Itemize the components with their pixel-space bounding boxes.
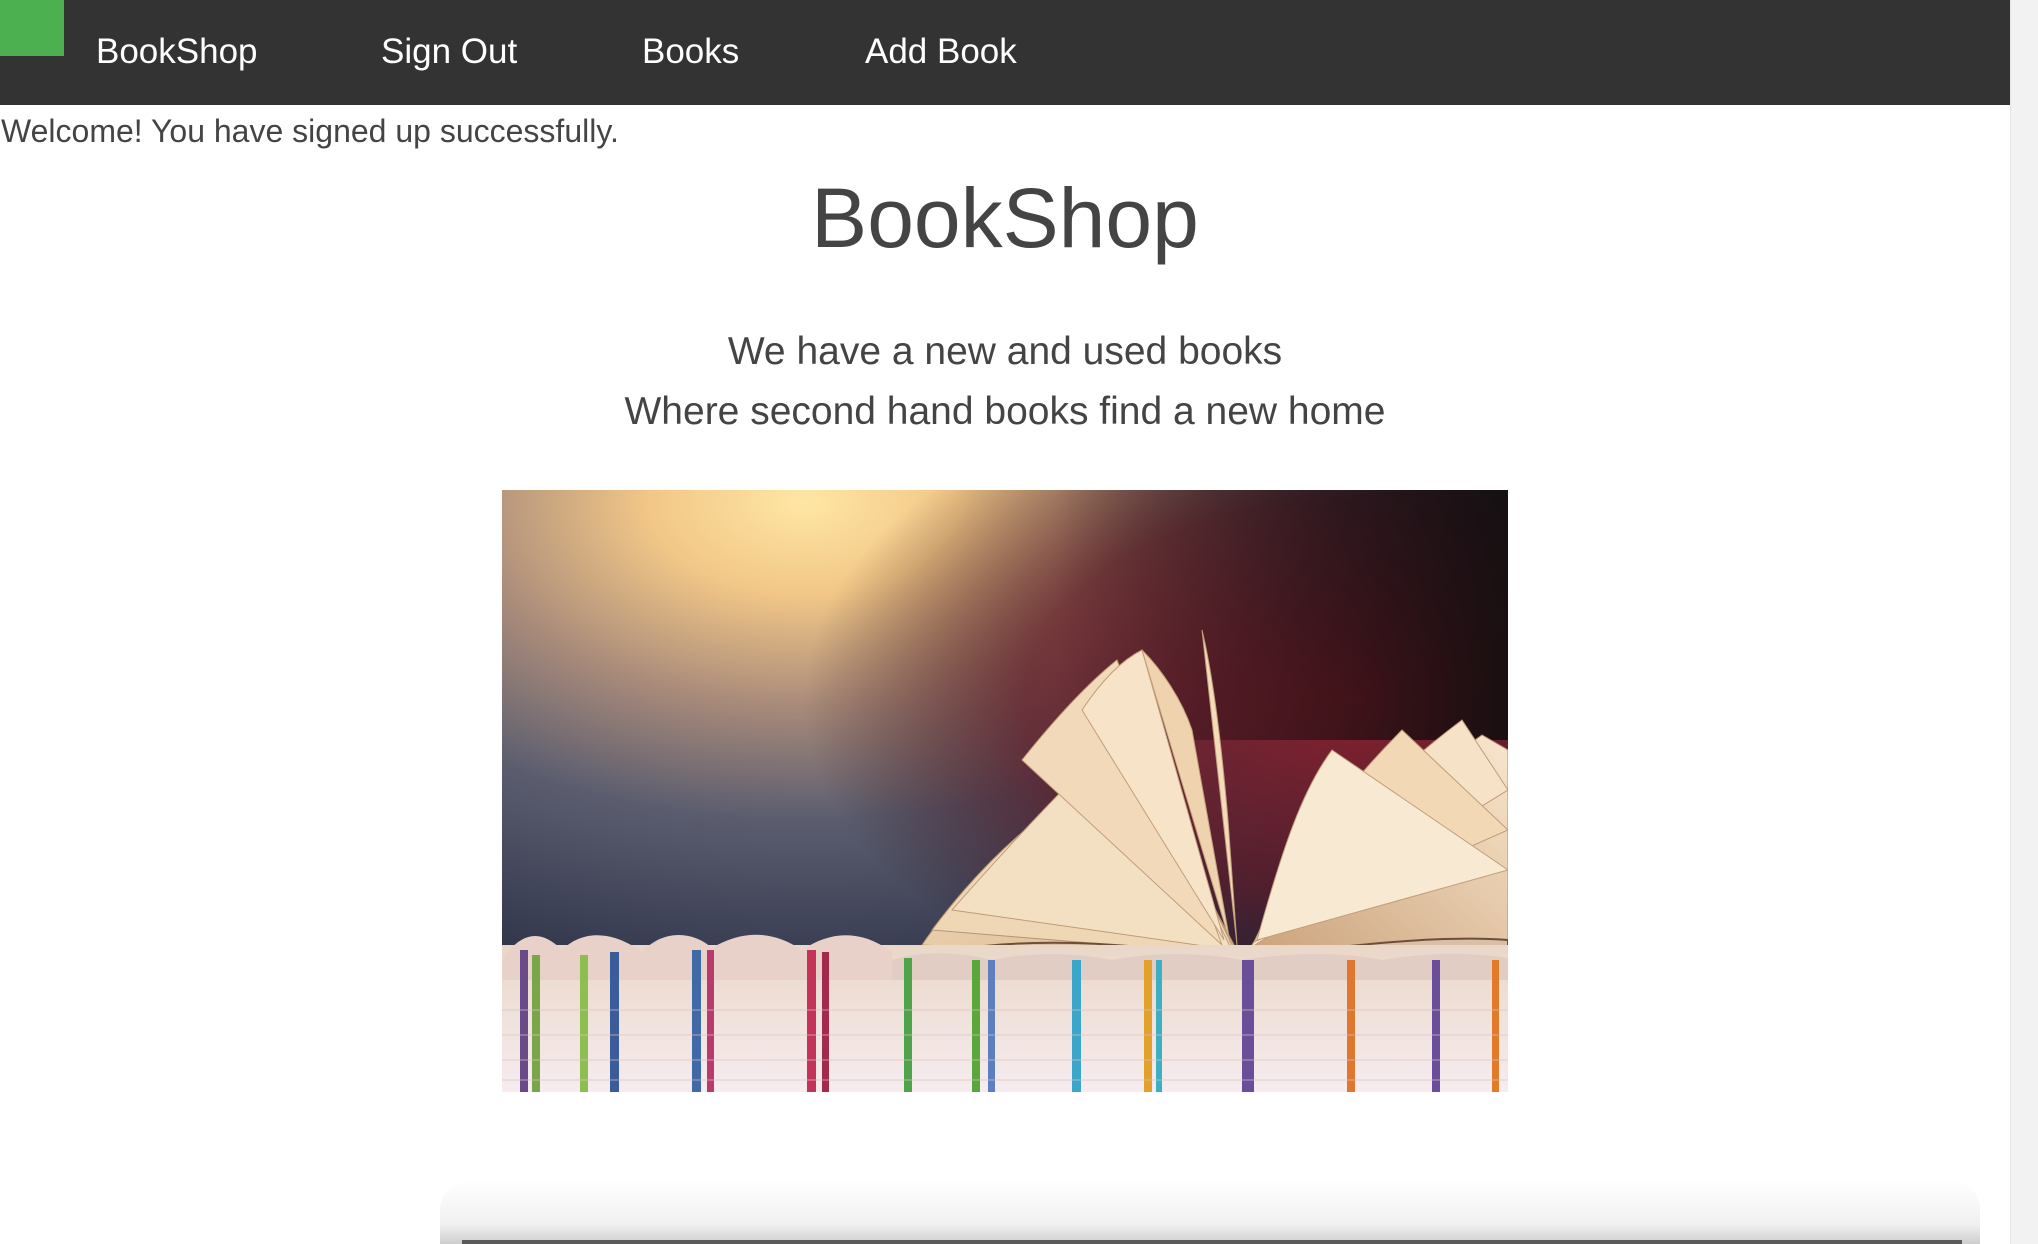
tagline-line-2: Where second hand books find a new home — [624, 390, 1386, 433]
nav-link-add-book[interactable]: Add Book — [865, 29, 1017, 75]
tagline-line-1: We have a new and used books — [727, 330, 1283, 373]
nav-link-bookshop[interactable]: BookShop — [96, 29, 258, 75]
page: BookShop Sign Out Books Add Book Welcome… — [0, 0, 2038, 1244]
nav-link-books[interactable]: Books — [642, 29, 739, 75]
logo-block-icon[interactable] — [0, 0, 64, 56]
page-title: BookShop — [811, 171, 1199, 265]
top-navbar: BookShop Sign Out Books Add Book — [0, 0, 2010, 105]
nav-link-sign-out[interactable]: Sign Out — [381, 29, 517, 75]
books-hero-image — [502, 490, 1508, 1092]
flash-notice: Welcome! You have signed up successfully… — [1, 113, 619, 149]
next-window-shadow — [440, 1180, 1980, 1244]
window-edge — [2010, 0, 2038, 1244]
next-window-edge — [462, 1240, 1962, 1244]
